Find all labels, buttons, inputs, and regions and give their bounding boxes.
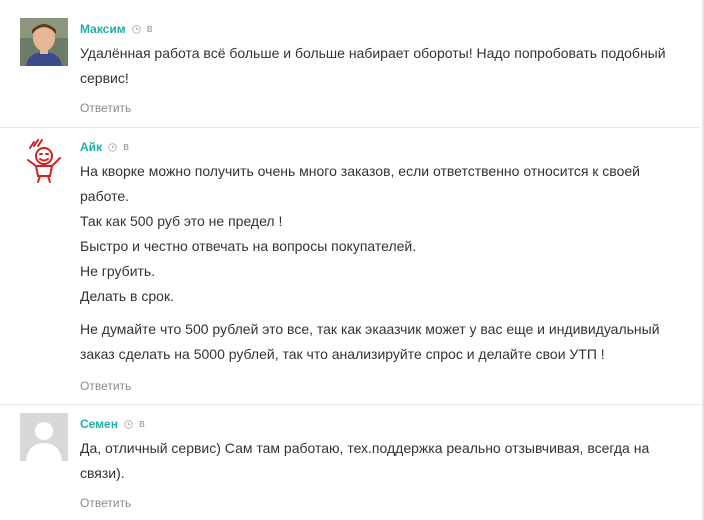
comment-item: Максим в Удалённая работа всё больше и б… [0,18,700,122]
clock-icon [108,142,117,152]
comment-paragraph: Удалённая работа всё больше и больше наб… [80,45,666,86]
avatar[interactable] [20,18,68,66]
comment-paragraph: Не думайте что 500 рублей это все, так к… [80,321,660,362]
comment-date: в [138,418,145,430]
comment-item: Айк в На кворке можно получить очень мно… [0,136,700,396]
comment-paragraph: Не грубить. [80,263,156,279]
clock-icon [131,24,141,34]
comment-meta: Семен в [80,415,145,433]
comment-paragraph: Так как 500 руб это не предел ! [80,213,283,229]
avatar[interactable] [20,413,68,461]
comment-item: Семен в Да, отличный сервис) Сам там раб… [0,413,700,520]
avatar[interactable] [20,136,68,184]
comment-author[interactable]: Максим [80,22,126,36]
comment-paragraph: Да, отличный сервис) Сам там работаю, те… [80,440,650,481]
reply-link[interactable]: Ответить [80,496,131,510]
comment-paragraph: Делать в срок. [80,288,174,304]
comment-text: На кворке можно получить очень много зак… [80,159,680,367]
comment-text: Да, отличный сервис) Сам там работаю, те… [80,436,680,486]
comment-date: в [146,23,153,35]
comment-date: в [123,141,129,153]
comment-author[interactable]: Семен [80,417,118,431]
reply-link[interactable]: Ответить [80,379,131,393]
comment-text: Удалённая работа всё больше и больше наб… [80,41,680,91]
comment-meta: Айк в [80,138,129,156]
clock-icon [124,419,133,429]
comment-meta: Максим в [80,20,152,38]
comment-divider [0,404,700,405]
reply-link[interactable]: Ответить [80,101,131,115]
comment-paragraph: Быстро и честно отвечать на вопросы поку… [80,238,417,254]
comment-author[interactable]: Айк [80,140,102,154]
comment-paragraph: На кворке можно получить очень много зак… [80,163,640,204]
comment-divider [0,127,700,128]
